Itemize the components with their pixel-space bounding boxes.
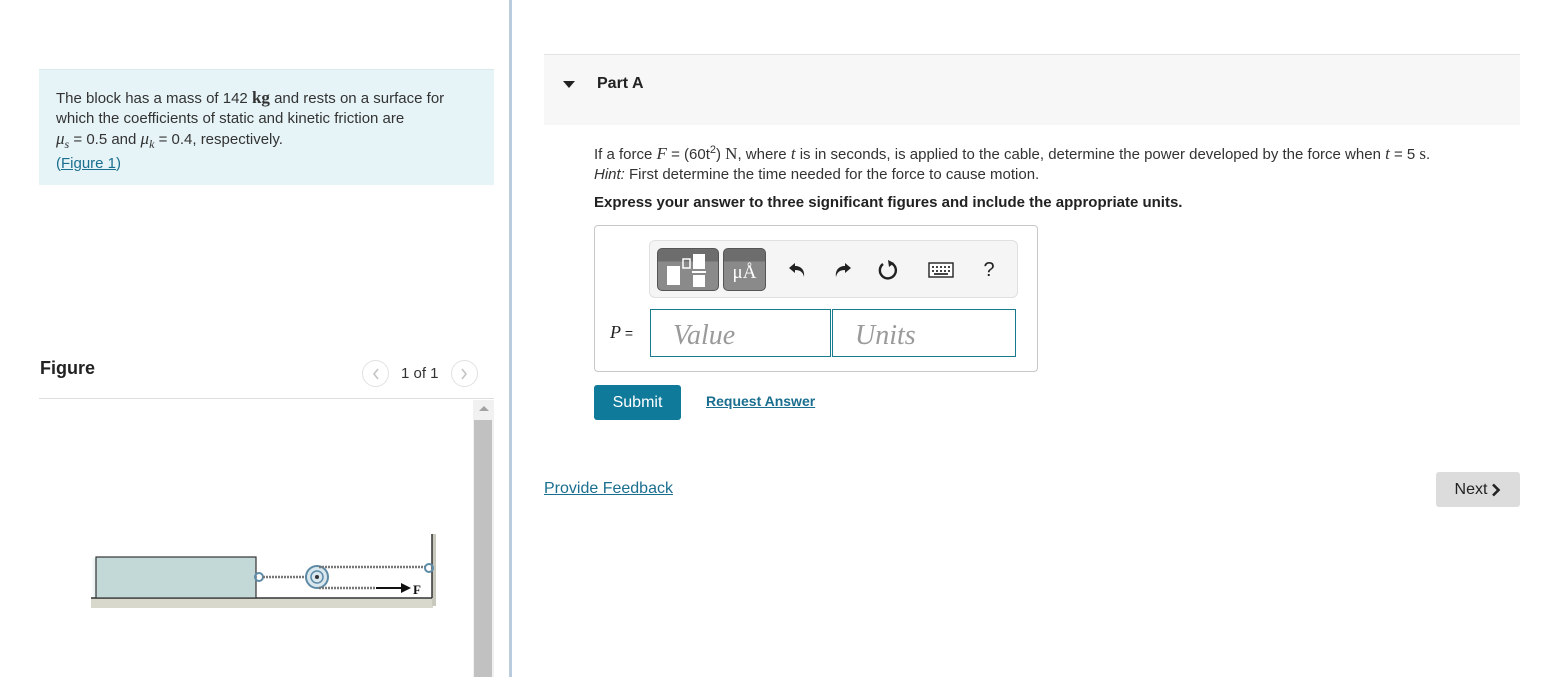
variable-P: P: [610, 322, 621, 342]
help-icon: ?: [983, 258, 995, 281]
figure-scrollbar[interactable]: [473, 400, 494, 677]
math-toolbar: μÅ ?: [649, 240, 1018, 298]
paren-close: ): [116, 155, 122, 172]
answer-variable-label: P =: [610, 322, 633, 343]
q-text: = 5: [1389, 146, 1420, 163]
next-label: Next: [1454, 480, 1488, 498]
units-icon: μÅ: [732, 261, 757, 283]
figure-image: F: [39, 400, 494, 677]
value-input[interactable]: [650, 309, 831, 357]
figure-1-link[interactable]: Figure 1: [61, 155, 116, 172]
next-button[interactable]: Next: [1436, 472, 1520, 507]
q-text: , where: [737, 146, 791, 163]
mu-s-value: = 0.5 and: [69, 131, 141, 148]
pulley-axle: [315, 575, 319, 579]
chevron-left-icon: [372, 368, 379, 379]
help-button[interactable]: ?: [974, 255, 1004, 285]
var-F: F: [656, 144, 667, 163]
q-text: .: [1426, 146, 1431, 163]
provide-feedback-link[interactable]: Provide Feedback: [544, 480, 673, 498]
hint-label: Hint:: [594, 166, 625, 183]
templates-button[interactable]: [657, 248, 719, 291]
problem-statement: The block has a mass of 142 kg and rests…: [39, 69, 494, 185]
q-text: is in seconds, is applied to the cable, …: [795, 146, 1386, 163]
force-label: F: [413, 582, 421, 597]
chevron-right-icon: [1492, 483, 1501, 496]
reset-button[interactable]: [873, 255, 903, 285]
keyboard-icon: [928, 262, 954, 278]
figure-divider: [39, 398, 494, 399]
redo-button[interactable]: [827, 255, 857, 285]
q-text: If a force: [594, 146, 657, 163]
part-title: Part A: [597, 75, 644, 92]
request-answer-link[interactable]: Request Answer: [706, 393, 815, 409]
chevron-right-icon: [461, 368, 468, 379]
scroll-up-arrow[interactable]: [473, 406, 494, 418]
mu-k-value: = 0.4, respectively.: [154, 131, 283, 148]
q-text: = (60t: [666, 146, 710, 163]
submit-button[interactable]: Submit: [594, 385, 681, 420]
units-button[interactable]: μÅ: [723, 248, 766, 291]
mu-s-symbol: μ: [56, 129, 65, 148]
left-panel: The block has a mass of 142 kg and rests…: [0, 0, 510, 677]
reset-icon: [878, 260, 898, 280]
force-arrowhead: [401, 583, 411, 593]
units-input[interactable]: [832, 309, 1016, 357]
question-text: If a force F = (60t2) N, where t is in s…: [594, 140, 1534, 185]
intro-text: The block has a mass of 142: [56, 90, 252, 107]
scroll-thumb[interactable]: [474, 420, 492, 677]
undo-button[interactable]: [783, 255, 813, 285]
answer-box: μÅ ? P =: [594, 225, 1038, 372]
next-figure-button[interactable]: [450, 360, 478, 387]
hint-text: First determine the time needed for the …: [624, 166, 1040, 183]
figure-pager: 1 of 1: [362, 360, 478, 387]
mu-k-symbol: μ: [140, 129, 150, 148]
block-pulley-diagram: F: [91, 534, 436, 608]
block: [95, 556, 257, 599]
keyboard-button[interactable]: [926, 255, 956, 285]
redo-icon: [835, 263, 851, 277]
figure-counter: 1 of 1: [401, 365, 439, 382]
ground-shadow: [91, 598, 433, 608]
answer-instruction: Express your answer to three significant…: [594, 194, 1183, 211]
panel-splitter[interactable]: [509, 0, 512, 677]
part-a-header[interactable]: Part A: [544, 54, 1520, 125]
fraction-templates-icon: [667, 254, 706, 287]
unit-kg: kg: [251, 88, 270, 107]
equals-sign: =: [621, 325, 634, 341]
q-text: ): [716, 146, 726, 163]
caret-down-icon: [563, 81, 575, 88]
prev-figure-button[interactable]: [362, 360, 389, 387]
figure-title: Figure: [40, 358, 96, 378]
unit-N: N: [725, 144, 738, 163]
undo-icon: [789, 263, 805, 277]
